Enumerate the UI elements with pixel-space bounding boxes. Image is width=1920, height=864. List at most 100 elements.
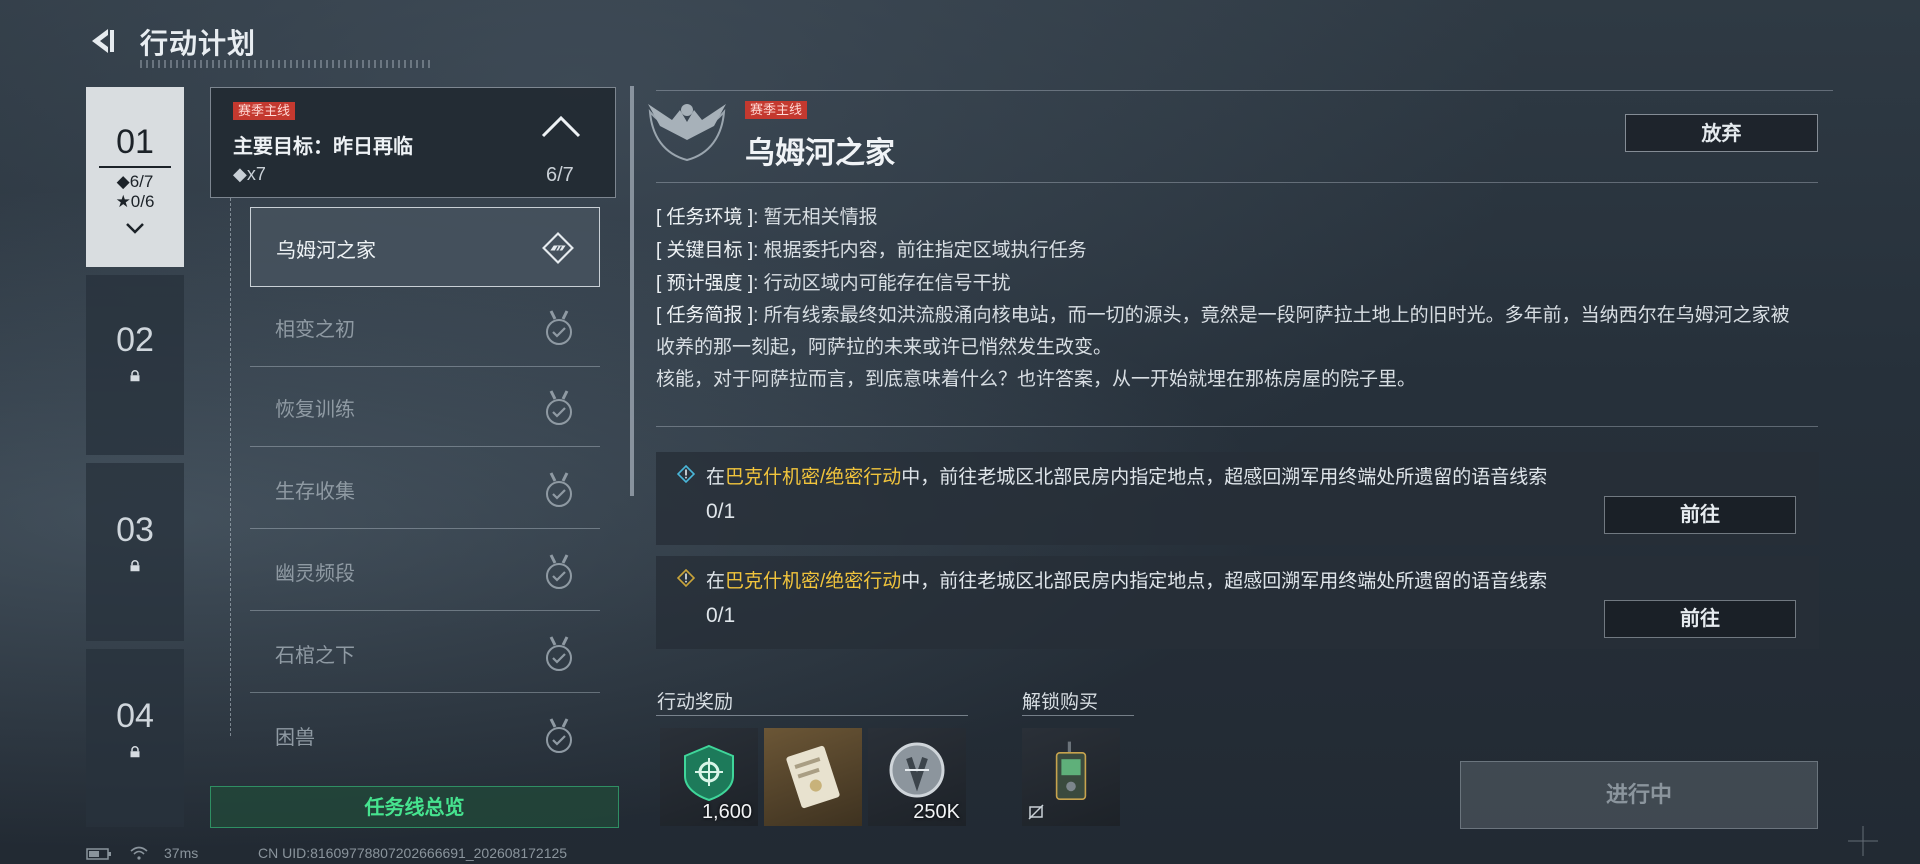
main-goal-title: 主要目标：昨日再临 — [233, 136, 413, 158]
quest-item[interactable]: 石棺之下 — [250, 613, 600, 693]
quest-item[interactable]: 困兽 — [250, 695, 600, 775]
info-value-2: 核能，对于阿萨拉而言，到底意味着什么？也许答案，从一开始就埋在那栋房屋的院子里。 — [656, 369, 1417, 390]
task-row: 在巴克什机密/绝密行动中，前往老城区北部民房内指定地点，超感回溯军用终端处所遗留… — [656, 452, 1819, 545]
task-progress: 0/1 — [706, 500, 736, 523]
in-progress-diamond-icon — [542, 232, 574, 264]
wifi-icon — [130, 846, 148, 860]
quest-item-label: 困兽 — [275, 727, 315, 749]
reward-item[interactable]: 1,600 — [660, 728, 758, 826]
list-scrollbar[interactable] — [630, 86, 634, 496]
title-underline — [140, 60, 430, 68]
chapter-divider — [99, 166, 171, 168]
completed-medal-icon — [546, 472, 572, 507]
chapter-number: 01 — [116, 123, 154, 161]
info-key: [ 任务环境 ] — [656, 207, 754, 228]
user-uid: CN UID:81609778807202666691_202608172125 — [258, 845, 568, 861]
info-intensity: [ 预计强度 ]: 行动区域内可能存在信号干扰 — [656, 268, 1011, 295]
info-brief: [ 任务简报 ]: 所有线索最终如洪流般涌向核电站，而一切的源头，竟然是一段阿萨… — [656, 300, 1808, 396]
task-location-highlight: 巴克什机密/绝密行动 — [725, 467, 902, 488]
tree-connector-line — [230, 198, 232, 736]
task-text: 中，前往老城区北部民房内指定地点，超感回溯军用终端处所遗留的语音线索 — [901, 467, 1548, 488]
completed-medal-icon — [546, 636, 572, 671]
header: 行动计划 — [86, 18, 430, 68]
task-text: 在 — [706, 467, 726, 488]
info-value: : 所有线索最终如洪流般涌向核电站，而一切的源头，竟然是一段阿萨拉土地上的旧时光… — [656, 305, 1790, 358]
reward-amount: 250K — [913, 801, 960, 823]
chapter-tab-03[interactable]: 03 — [86, 463, 184, 641]
unlock-item[interactable] — [1022, 728, 1120, 826]
reward-amount: 1,600 — [701, 801, 752, 823]
quest-item-label: 恢复训练 — [275, 399, 355, 421]
chapter-number: 03 — [116, 511, 154, 549]
quest-item[interactable]: 恢复训练 — [250, 367, 600, 447]
chevron-down-icon[interactable] — [125, 222, 145, 234]
back-arrow-icon[interactable] — [86, 26, 116, 56]
unlock-label: 解锁购买 — [1022, 692, 1099, 713]
info-value: : 根据委托内容，前往指定区域执行任务 — [753, 240, 1087, 261]
quest-item-label: 幽灵频段 — [275, 563, 355, 585]
detail-divider — [656, 426, 1818, 427]
chapter-number: 04 — [116, 697, 154, 735]
eagle-emblem-icon — [648, 104, 726, 162]
rewards-underline — [656, 715, 968, 716]
chapter-number: 02 — [116, 321, 154, 359]
chevron-up-icon[interactable] — [541, 114, 581, 138]
completed-medal-icon — [546, 554, 572, 589]
task-progress: 0/1 — [706, 604, 736, 627]
questline-overview-button[interactable]: 任务线总览 — [210, 786, 619, 828]
go-button[interactable]: 前往 — [1604, 600, 1796, 638]
task-description: 在巴克什机密/绝密行动中，前往老城区北部民房内指定地点，超感回溯军用终端处所遗留… — [706, 566, 1547, 593]
detail-top-divider — [656, 90, 1833, 91]
lock-icon — [130, 746, 140, 758]
rewards-label: 行动奖励 — [657, 692, 734, 713]
mainline-goal-card[interactable]: 赛季主线 主要目标：昨日再临 ◆x7 6/7 — [210, 87, 616, 198]
completed-medal-icon — [546, 390, 572, 425]
quest-item-label: 生存收集 — [275, 481, 355, 503]
quest-item[interactable]: 相变之初 — [250, 287, 600, 367]
completed-medal-icon — [546, 718, 572, 753]
info-key: [ 关键目标 ] — [656, 240, 754, 261]
completed-medal-icon — [546, 310, 572, 345]
objective-diamond-icon — [677, 569, 695, 587]
go-button[interactable]: 前往 — [1604, 496, 1796, 534]
info-value: : 暂无相关情报 — [753, 207, 878, 228]
quest-item-label: 相变之初 — [275, 319, 355, 341]
ping-value: 37ms — [164, 845, 199, 861]
lock-icon — [130, 560, 140, 572]
battery-icon — [86, 848, 111, 860]
season-main-tag: 赛季主线 — [233, 102, 296, 120]
reward-item[interactable]: 250K — [868, 728, 966, 826]
info-key: [ 任务简报 ] — [656, 305, 754, 326]
task-text: 在 — [706, 571, 726, 592]
corner-crosshair-icon — [1848, 826, 1878, 856]
reward-item[interactable] — [764, 728, 862, 826]
quest-item-label: 石棺之下 — [275, 645, 355, 667]
objective-diamond-icon — [677, 465, 695, 483]
task-location-highlight: 巴克什机密/绝密行动 — [725, 571, 902, 592]
quest-item-label: 乌姆河之家 — [276, 240, 376, 262]
lock-icon — [130, 370, 140, 382]
info-key-objective: [ 关键目标 ]: 根据委托内容，前往指定区域执行任务 — [656, 235, 1087, 262]
chapter-tab-01[interactable]: 01 ◆6/7 ★0/6 — [86, 87, 184, 267]
task-row: 在巴克什机密/绝密行动中，前往老城区北部民房内指定地点，超感回溯军用终端处所遗留… — [656, 556, 1819, 649]
quest-item[interactable]: 幽灵频段 — [250, 531, 600, 611]
unlock-underline — [1022, 715, 1134, 716]
chapter-tab-02[interactable]: 02 — [86, 275, 184, 455]
info-value: : 行动区域内可能存在信号干扰 — [753, 273, 1011, 294]
silver-coin-icon — [889, 742, 945, 798]
task-description: 在巴克什机密/绝密行动中，前往老城区北部民房内指定地点，超感回溯军用终端处所遗留… — [706, 462, 1547, 489]
not-tradeable-icon — [1028, 804, 1044, 820]
chapter-tab-04[interactable]: 04 — [86, 649, 184, 827]
main-goal-reward: ◆x7 — [233, 164, 266, 184]
info-environment: [ 任务环境 ]: 暂无相关情报 — [656, 202, 878, 229]
season-main-tag: 赛季主线 — [745, 101, 808, 119]
quest-item[interactable]: 乌姆河之家 — [250, 207, 600, 287]
quest-item[interactable]: 生存收集 — [250, 449, 600, 529]
main-goal-progress: 6/7 — [546, 164, 574, 186]
task-text: 中，前往老城区北部民房内指定地点，超感回溯军用终端处所遗留的语音线索 — [901, 571, 1548, 592]
info-key: [ 预计强度 ] — [656, 273, 754, 294]
chapter-progress-star: ★0/6 — [115, 192, 155, 211]
in-progress-button: 进行中 — [1460, 761, 1818, 829]
document-card-icon — [786, 745, 840, 809]
abandon-button[interactable]: 放弃 — [1625, 114, 1818, 152]
